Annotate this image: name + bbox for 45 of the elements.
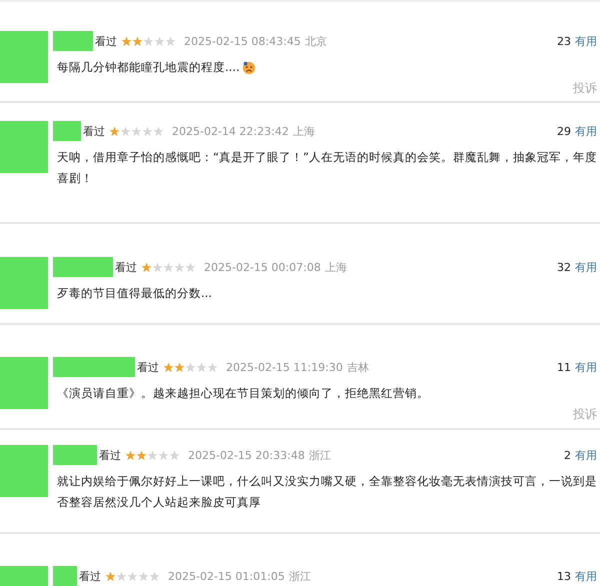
username-redaction: [53, 31, 93, 51]
useful-link[interactable]: 有用: [575, 448, 597, 462]
comment-text: 歹毒的节目值得最低的分数...: [57, 285, 212, 302]
useful-link[interactable]: 有用: [575, 568, 597, 584]
comment-text: 就让内娱给于佩尔好好上一课吧，什么叫又没实力嘴又硬，全靠整容化妆毫无表情演技可言，一说到是否整容居然没几个人站起来脸皮可真厚: [57, 473, 597, 511]
watch-status: 看过: [83, 124, 105, 138]
avatar-placeholder: [0, 357, 48, 409]
watch-status: 看过: [115, 260, 137, 274]
comment-time: 2025-02-15 01:01:05: [168, 570, 285, 582]
username-redaction: [53, 121, 81, 141]
username-redaction: [53, 257, 113, 277]
comment-location: 吉林: [346, 360, 369, 374]
vote-count: 23: [557, 34, 571, 48]
vote-count: 13: [557, 570, 571, 582]
comment-time: 2025-02-15 11:19:30: [226, 360, 343, 374]
vote-count: 2: [564, 448, 571, 462]
avatar-placeholder: [0, 121, 48, 173]
comment-time: 2025-02-14 22:23:42: [172, 124, 289, 138]
comment-location: 浙江: [308, 448, 331, 462]
comment-text: 每隔几分钟都能瞳孔地震的程度....: [57, 59, 240, 76]
useful-link[interactable]: 有用: [575, 260, 597, 274]
watch-status: 看过: [137, 360, 159, 374]
useful-link[interactable]: 有用: [575, 34, 597, 48]
comment-time: 2025-02-15 20:33:48: [188, 448, 305, 462]
vote-count: 29: [557, 124, 571, 138]
avatar-placeholder: [0, 445, 48, 497]
comment-text: 天呐，借用章子怡的感慨吧：“真是开了眼了！”人在无语的时候真的会笑。群魔乱舞，抽象冠军，年度喜剧！: [57, 149, 597, 187]
comment-text: 《演员请自重》。越来越担心现在节目策划的倾向了，拒绝黑红营销。: [57, 385, 429, 402]
comment-time: 2025-02-15 00:07:08: [204, 260, 321, 274]
vote-count: 32: [557, 260, 571, 274]
watch-status: 看过: [95, 34, 117, 48]
comment-time: 2025-02-15 08:43:45: [184, 34, 301, 48]
useful-link[interactable]: 有用: [575, 124, 597, 138]
comment-location: 浙江: [288, 568, 311, 584]
comment-location: 上海: [292, 124, 315, 138]
comment-location: 上海: [324, 260, 347, 274]
avatar-placeholder: [0, 31, 48, 83]
vote-count: 11: [557, 360, 571, 374]
avatar-placeholder: [0, 257, 48, 309]
comment-location: 北京: [304, 34, 327, 48]
username-redaction: [53, 566, 77, 586]
watch-status: 看过: [79, 568, 101, 584]
watch-status: 看过: [99, 448, 121, 462]
useful-link[interactable]: 有用: [575, 360, 597, 374]
username-redaction: [53, 445, 97, 465]
